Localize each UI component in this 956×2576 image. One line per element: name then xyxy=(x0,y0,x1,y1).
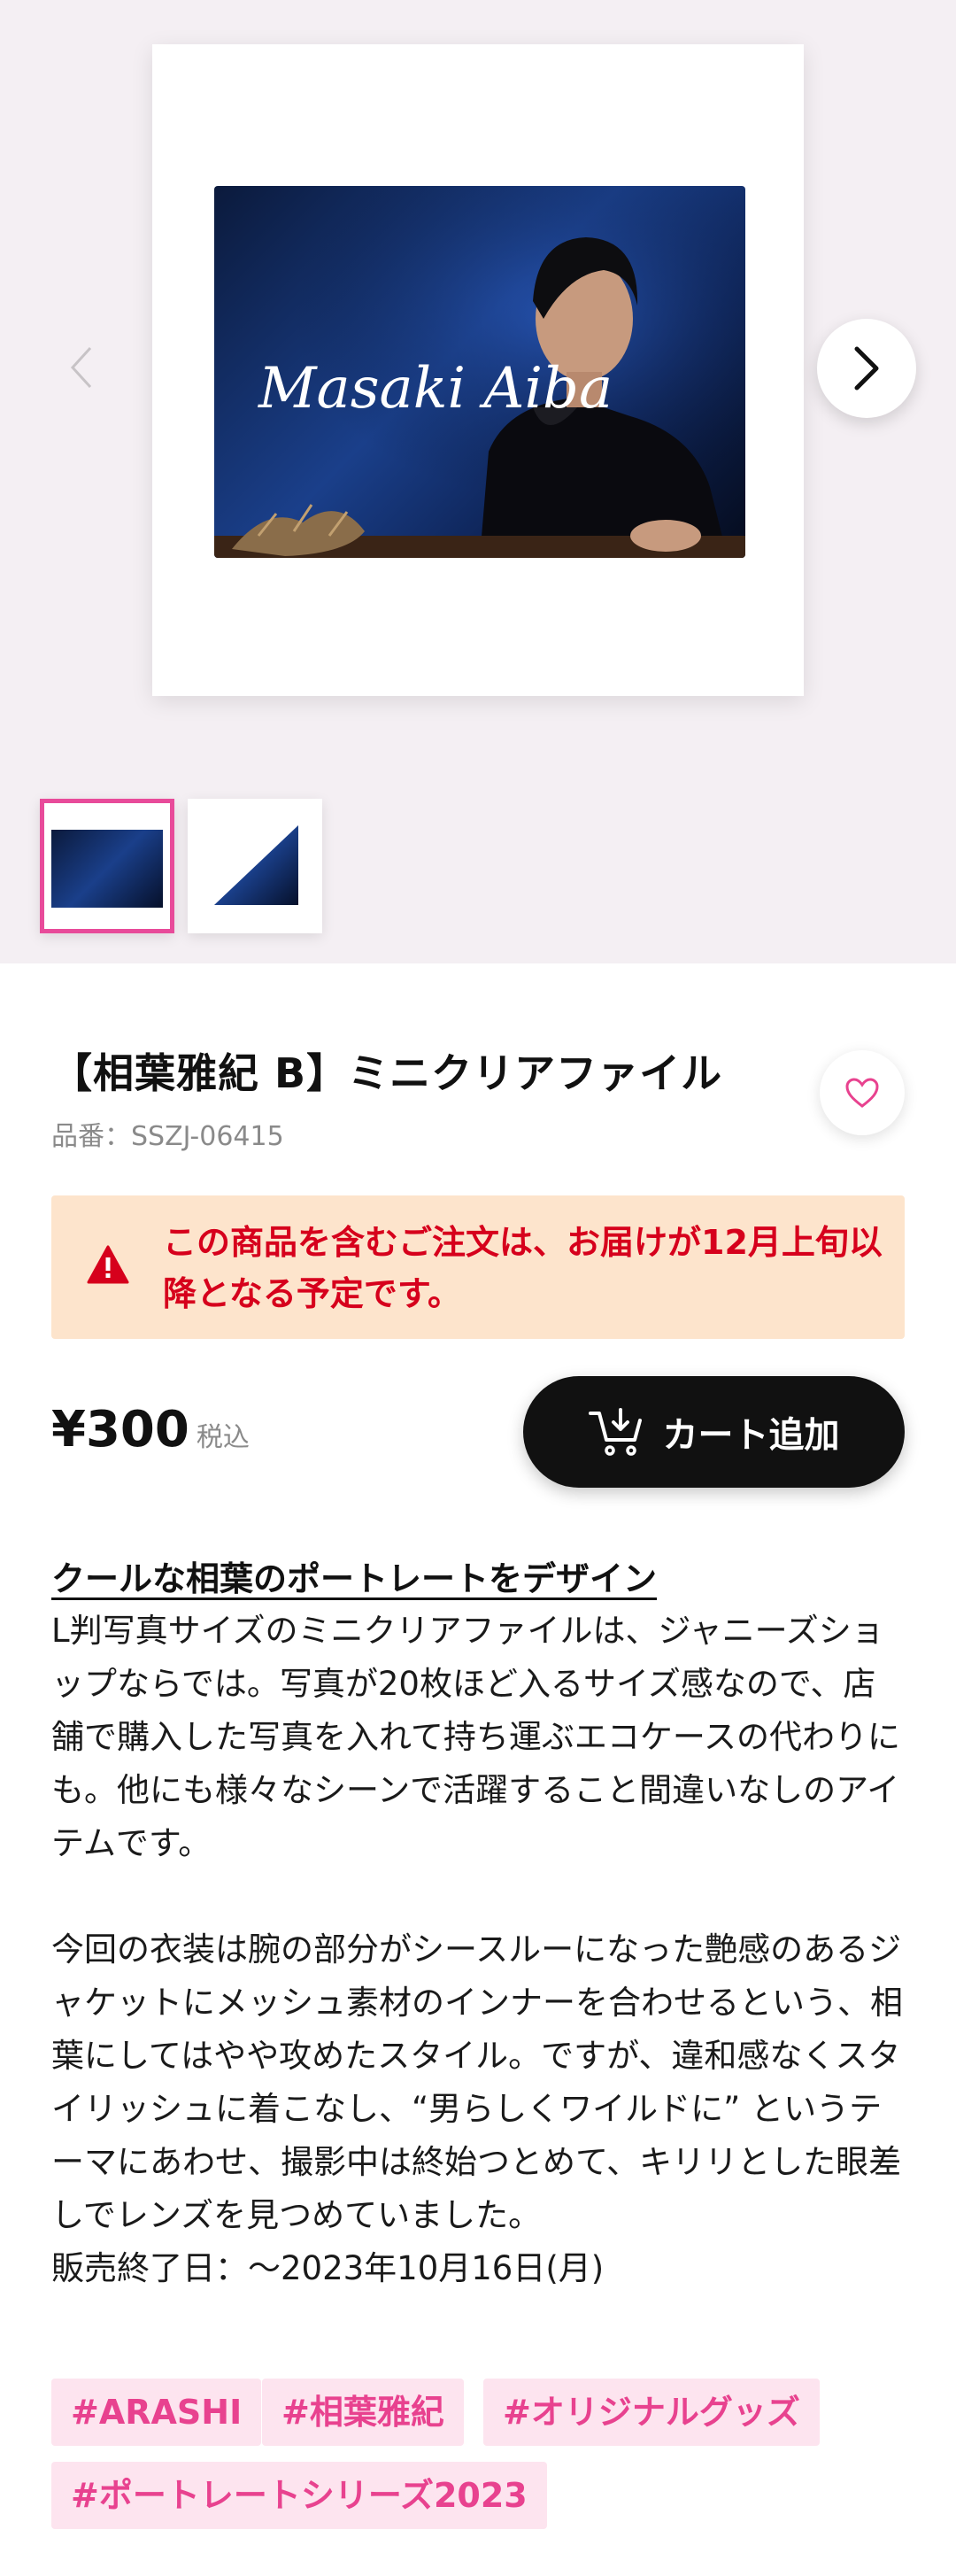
product-gallery: Masaki Aiba xyxy=(0,0,956,963)
next-image-button[interactable] xyxy=(817,319,916,418)
thumbnail-2-image xyxy=(214,825,298,905)
description-paragraph-2: 今回の衣装は腕の部分がシースルーになった艶感のあるジャケットにメッシュ素材のイン… xyxy=(51,1930,903,2234)
add-to-cart-button[interactable]: カート追加 xyxy=(523,1376,905,1488)
product-photo: Masaki Aiba xyxy=(214,186,745,558)
tag-original-goods[interactable]: #オリジナルグッズ xyxy=(483,2379,820,2446)
tag-aiba-masaki[interactable]: #相葉雅紀 xyxy=(262,2379,464,2446)
chevron-left-icon xyxy=(70,346,92,389)
delivery-notice-text: この商品を含むご注文は、お届けが12月上旬以降となる予定です。 xyxy=(163,1223,883,1313)
tag-portrait-series-2023[interactable]: #ポートレートシリーズ2023 xyxy=(51,2462,547,2529)
description-body: L判写真サイズのミニクリアファイルは、ジャニーズショップならでは。写真が20枚ほ… xyxy=(51,1605,906,2295)
add-to-cart-label: カート追加 xyxy=(662,1415,840,1456)
main-product-image[interactable]: Masaki Aiba xyxy=(152,44,804,696)
thumbnail-2[interactable] xyxy=(188,799,322,933)
product-sku: 品番：SSZJ-06415 xyxy=(51,1121,284,1152)
price-value: ¥300 xyxy=(51,1401,189,1458)
tax-label: 税込 xyxy=(196,1422,250,1453)
favorite-button[interactable] xyxy=(820,1050,905,1135)
product-title: 【相葉雅紀 B】ミニクリアファイル xyxy=(51,1049,723,1097)
chevron-right-icon xyxy=(854,346,879,391)
cart-add-icon xyxy=(588,1408,642,1456)
warning-triangle-icon xyxy=(87,1245,129,1284)
sale-end-date: 販売終了日：〜2023年10月16日(月) xyxy=(51,2249,605,2287)
portrait-illustration: Masaki Aiba xyxy=(214,186,745,558)
delivery-notice: この商品を含むご注文は、お届けが12月上旬以降となる予定です。 xyxy=(51,1195,905,1339)
heart-outline-icon xyxy=(845,1078,879,1108)
tag-arashi[interactable]: #ARASHI xyxy=(51,2379,262,2446)
description-heading: クールな相葉のポートレートをデザイン xyxy=(51,1559,658,1598)
price: ¥300 税込 xyxy=(51,1401,250,1458)
thumbnail-1[interactable] xyxy=(40,799,174,933)
description-paragraph-1: L判写真サイズのミニクリアファイルは、ジャニーズショップならでは。写真が20枚ほ… xyxy=(51,1612,901,1862)
thumbnail-1-image xyxy=(51,830,163,908)
previous-image-button[interactable] xyxy=(55,341,108,394)
photo-signature: Masaki Aiba xyxy=(258,356,613,422)
